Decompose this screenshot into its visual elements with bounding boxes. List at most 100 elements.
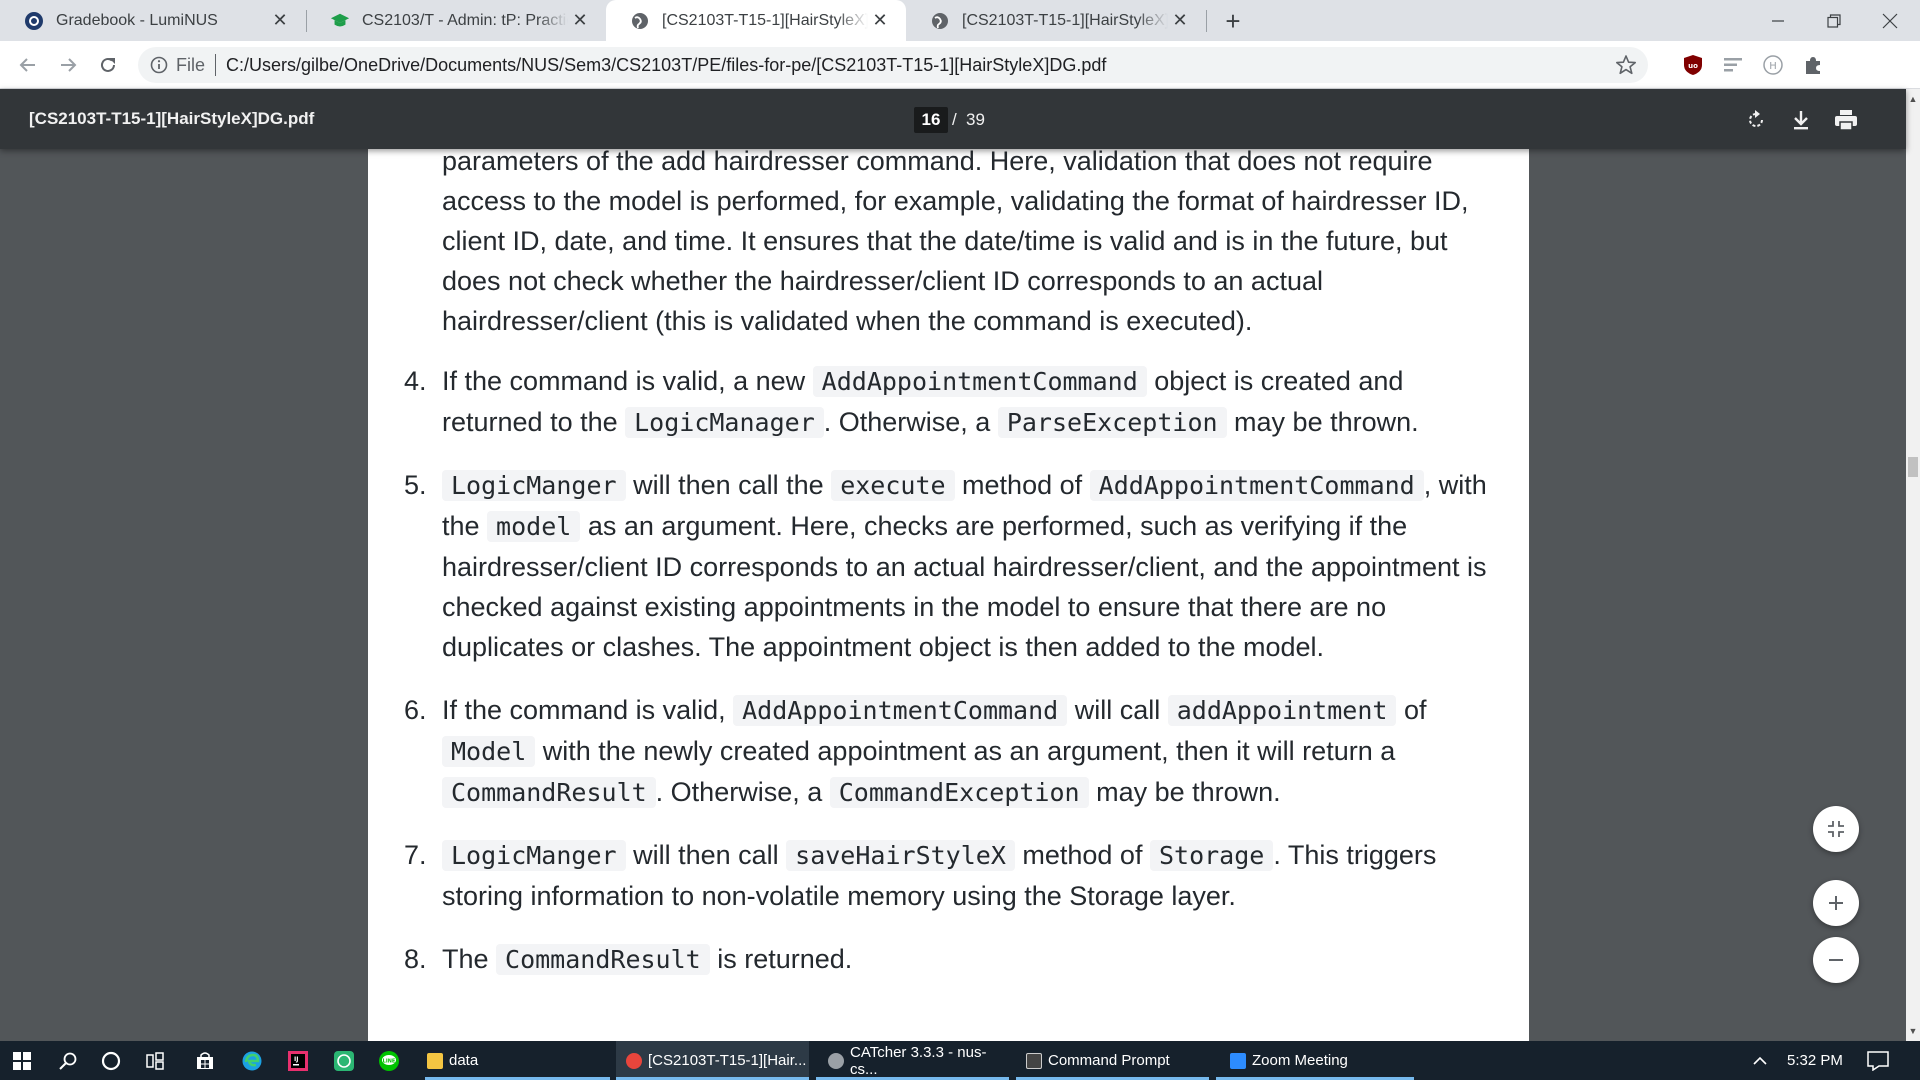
taskbar-app-label: Zoom Meeting (1252, 1052, 1348, 1069)
tab-title: Gradebook - LumiNUS (56, 11, 218, 29)
text-run: , with (1423, 470, 1487, 500)
tab-strip: Gradebook - LumiNUS ✕ CS2103/T - Admin: … (0, 0, 1920, 41)
text-run: object is created and (1146, 366, 1404, 396)
restore-button[interactable] (1806, 0, 1862, 41)
tab-gradebook[interactable]: Gradebook - LumiNUS ✕ (0, 0, 306, 41)
notification-icon[interactable] (1862, 1045, 1894, 1077)
task-view-icon[interactable] (139, 1045, 171, 1077)
pdf-document-title: [CS2103T-T15-1][HairStyleX]DG.pdf (29, 109, 315, 128)
fit-page-icon (1828, 821, 1844, 837)
inline-code: LogicManger (442, 470, 626, 501)
page-total: 39 (966, 110, 985, 129)
page-separator: / (952, 110, 957, 129)
download-button[interactable] (1786, 105, 1816, 135)
list-number: 5. (404, 470, 427, 500)
line-icon[interactable]: LINE (373, 1045, 405, 1077)
tab-title: [CS2103T-T15-1][HairStyleX]DG.pdf (662, 11, 868, 29)
svg-text:IJ: IJ (294, 1056, 298, 1063)
zoom-in-button[interactable] (1813, 880, 1859, 926)
pdf-page: parameters of the add hairdresser comman… (368, 149, 1529, 1041)
back-button[interactable] (12, 49, 44, 81)
text-run: . Otherwise, a (655, 777, 830, 807)
taskbar-app-cmd[interactable]: Command Prompt (1016, 1041, 1209, 1080)
close-icon[interactable]: ✕ (1168, 9, 1192, 33)
tab-divider (1206, 10, 1207, 32)
inline-code: model (487, 511, 581, 542)
inline-code: AddAppointmentCommand (812, 366, 1147, 397)
tab-title: CS2103/T - Admin: tP: Practical Exam (362, 11, 568, 29)
tab-dg-pdf[interactable]: [CS2103T-T15-1][HairStyleX]DG.pdf ✕ (606, 0, 906, 41)
text-run: will then call the (625, 470, 832, 500)
close-icon[interactable]: ✕ (868, 9, 892, 33)
reload-button[interactable] (92, 49, 124, 81)
chevron-up-icon[interactable] (1744, 1045, 1776, 1077)
inline-code: LogicManager (625, 407, 824, 438)
hypothesis-icon[interactable]: H (1761, 53, 1785, 77)
extensions-puzzle-icon[interactable] (1801, 53, 1825, 77)
close-icon[interactable]: ✕ (568, 9, 592, 33)
vertical-scrollbar[interactable] (1906, 89, 1920, 1041)
scroll-down-arrow[interactable]: ▼ (1906, 1024, 1920, 1038)
text-run: method of (954, 470, 1090, 500)
chrome-icon (626, 1052, 642, 1069)
text-line: hairdresser/client (this is validated wh… (442, 306, 1253, 336)
tab-admin-tp[interactable]: CS2103/T - Admin: tP: Practical Exam ✕ (306, 0, 606, 41)
scrollbar-thumb[interactable] (1908, 457, 1918, 477)
scroll-up-arrow[interactable]: ▲ (1906, 92, 1920, 106)
info-icon[interactable] (150, 56, 168, 74)
text-run: . Otherwise, a (823, 407, 998, 437)
svg-text:uo: uo (1688, 62, 1698, 70)
search-icon[interactable] (52, 1045, 84, 1077)
coursemology-icon (330, 11, 350, 31)
catcher-icon (828, 1052, 844, 1069)
windows-start-icon[interactable] (6, 1045, 38, 1077)
star-icon[interactable] (1614, 53, 1638, 77)
rotate-button[interactable] (1741, 105, 1771, 135)
new-tab-button[interactable]: + (1217, 6, 1249, 36)
url-divider (215, 54, 217, 76)
address-bar[interactable]: File C:/Users/gilbe/OneDrive/Documents/N… (138, 47, 1648, 83)
forward-button[interactable] (52, 49, 84, 81)
url-text[interactable]: C:/Users/gilbe/OneDrive/Documents/NUS/Se… (226, 55, 1106, 76)
print-button[interactable] (1831, 105, 1861, 135)
list-number: 6. (404, 695, 427, 725)
tab-title: [CS2103T-T15-1][HairStyleX]UG.pdf (962, 11, 1168, 29)
ublock-icon[interactable]: uo (1681, 53, 1705, 77)
taskbar-clock[interactable]: 5:32 PM (1787, 1052, 1843, 1069)
window-close-button[interactable] (1862, 0, 1918, 41)
whatsapp-icon[interactable] (328, 1045, 360, 1077)
taskbar-app-catcher[interactable]: CATcher 3.3.3 - nus-cs... (816, 1041, 1009, 1080)
page-number-input[interactable]: 16 (914, 107, 948, 133)
intellij-icon[interactable]: IJ (282, 1045, 314, 1077)
inline-code: LogicManger (442, 840, 626, 871)
taskbar-app-label: Command Prompt (1048, 1052, 1170, 1069)
text-run: may be thrown. (1088, 777, 1281, 807)
text-run: may be thrown. (1226, 407, 1419, 437)
store-icon[interactable] (189, 1045, 221, 1077)
text-run: The (442, 944, 497, 974)
taskbar-app-explorer[interactable]: data (425, 1041, 610, 1080)
globe-icon (930, 11, 950, 31)
text-run: of (1396, 695, 1427, 725)
text-run: will call (1067, 695, 1168, 725)
list-number: 7. (404, 840, 427, 870)
zoom-out-button[interactable] (1813, 937, 1859, 983)
taskbar-app-zoom[interactable]: Zoom Meeting (1216, 1041, 1414, 1080)
reader-icon[interactable] (1721, 53, 1745, 77)
taskbar-app-chrome[interactable]: [CS2103T-T15-1][Hair... (616, 1041, 809, 1080)
edge-icon[interactable] (236, 1045, 268, 1077)
luminus-icon (24, 11, 44, 31)
text-line: does not check whether the hairdresser/c… (442, 266, 1323, 296)
text-run: is returned. (709, 944, 853, 974)
list-number: 4. (404, 366, 427, 396)
inline-code: execute (831, 470, 955, 501)
minimize-button[interactable] (1750, 0, 1806, 41)
fit-page-button[interactable] (1813, 806, 1859, 852)
close-icon[interactable]: ✕ (268, 9, 292, 33)
inline-code: CommandException (829, 777, 1089, 808)
text-run: If the command is valid, a new (442, 366, 813, 396)
pdf-toolbar: [CS2103T-T15-1][HairStyleX]DG.pdf 16 / 3… (0, 89, 1906, 149)
cortana-icon[interactable] (95, 1045, 127, 1077)
text-line: parameters of the add hairdresser comman… (442, 149, 1433, 176)
tab-ug-pdf[interactable]: [CS2103T-T15-1][HairStyleX]UG.pdf ✕ (906, 0, 1206, 41)
